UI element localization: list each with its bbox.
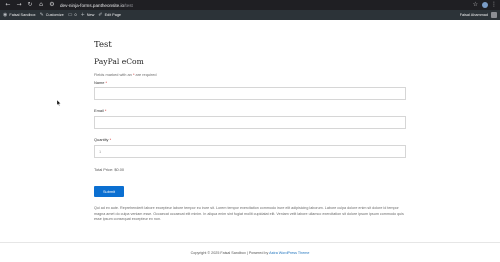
plus-icon: +: [80, 12, 85, 18]
footer-divider: [0, 242, 500, 243]
page-title: Test: [94, 40, 112, 50]
form-title: PayPal eCom: [94, 57, 144, 66]
browser-menu-icon[interactable]: ⋮: [491, 1, 497, 9]
wp-admin-bar: ◉ Faisal Sandbox ✎ Customize ▭ 0 + New ✐…: [0, 10, 500, 20]
user-avatar: [491, 12, 497, 18]
mouse-cursor-icon: [57, 100, 61, 106]
admin-bar-site[interactable]: ◉ Faisal Sandbox: [3, 10, 36, 20]
quantity-label-text: Quantity: [94, 137, 109, 142]
browser-actions: ☆ ⋮: [473, 1, 497, 9]
body-text: Qui ad ex aute. Reprehenderit labore exc…: [94, 206, 404, 222]
required-note-prefix: Fields marked with an: [94, 72, 132, 77]
admin-bar-customize[interactable]: ✎ Customize: [40, 10, 64, 20]
required-fields-note: Fields marked with an * are required: [94, 72, 157, 77]
name-label: Name *: [94, 80, 107, 85]
quantity-required-star: *: [109, 137, 112, 142]
admin-bar-comments[interactable]: ▭ 0: [68, 10, 77, 20]
footer-theme-link[interactable]: Astra WordPress Theme: [269, 251, 309, 255]
edit-page-label: Edit Page: [104, 13, 122, 17]
email-label: Email *: [94, 108, 106, 113]
browser-toolbar: ← → ↻ ⌂ ⚙ dev-ninja-forms.pantheonsite.i…: [0, 0, 500, 10]
name-required-star: *: [105, 80, 107, 85]
wordpress-logo-icon: ◉: [3, 12, 8, 18]
profile-avatar[interactable]: [482, 2, 488, 8]
submit-button[interactable]: Submit: [94, 186, 124, 197]
url-host: dev-ninja-forms.pantheonsite.io: [60, 2, 125, 8]
name-field[interactable]: [94, 87, 406, 100]
name-label-text: Name: [94, 80, 105, 85]
required-note-star: *: [132, 72, 135, 77]
admin-bar-edit-page[interactable]: ✐ Edit Page: [98, 10, 121, 20]
reload-icon[interactable]: ↻: [26, 1, 34, 9]
brush-icon: ✎: [39, 12, 44, 18]
quantity-label: Quantity *: [94, 137, 111, 142]
email-label-text: Email: [94, 108, 104, 113]
forward-arrow-icon[interactable]: →: [15, 1, 23, 9]
customize-label: Customize: [45, 13, 64, 17]
admin-bar-account[interactable]: Faisal Ahammad: [460, 10, 497, 20]
home-icon[interactable]: ⌂: [37, 1, 45, 9]
comment-bubble-icon: ▭: [67, 12, 73, 18]
url-path: /test: [124, 2, 133, 8]
site-info-icon[interactable]: ⚙: [48, 1, 56, 9]
quantity-field[interactable]: 1: [94, 145, 406, 158]
address-bar[interactable]: dev-ninja-forms.pantheonsite.io/test: [60, 3, 133, 8]
user-greeting: Faisal Ahammad: [459, 13, 488, 17]
comments-count: 0: [74, 13, 77, 17]
admin-bar-new[interactable]: + New: [81, 10, 95, 20]
email-required-star: *: [104, 108, 107, 113]
site-name: Faisal Sandbox: [9, 13, 36, 17]
bookmark-star-icon[interactable]: ☆: [473, 1, 478, 9]
email-field[interactable]: [94, 116, 406, 129]
new-label: New: [86, 13, 95, 17]
footer-copyright: Copyright © 2025 Faisal Sandbox | Powere…: [190, 251, 269, 255]
site-footer: Copyright © 2025 Faisal Sandbox | Powere…: [0, 251, 500, 255]
total-price: Total Price: $0.00: [94, 167, 125, 172]
pencil-icon: ✐: [98, 12, 103, 18]
required-note-suffix: are required: [135, 72, 157, 77]
back-arrow-icon[interactable]: ←: [4, 1, 12, 9]
